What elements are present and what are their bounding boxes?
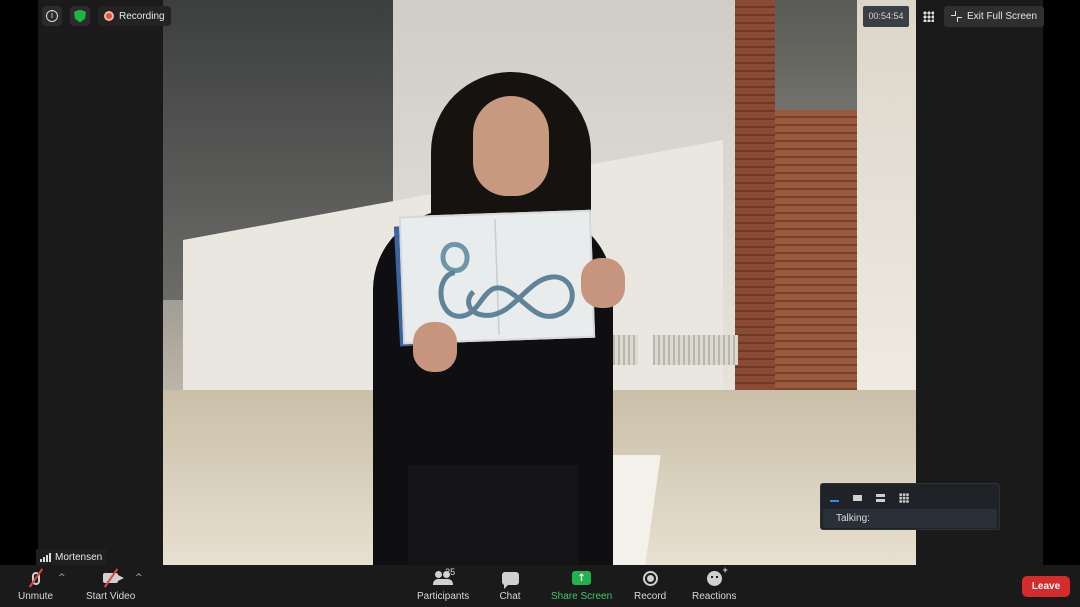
info-icon: i [46,10,58,22]
active-speaker-video [163,0,916,565]
audio-options-chevron-icon[interactable]: ^ [58,573,66,583]
gallery-view-tab[interactable] [897,491,910,504]
chat-label: Chat [499,591,521,602]
chat-button[interactable]: Chat [499,569,521,602]
participants-button[interactable]: 25 Participants [417,567,470,602]
reactions-icon [703,565,728,587]
participants-count: 25 [445,567,456,577]
grid-icon [922,11,934,22]
record-icon [639,569,661,587]
speaker-view-icon [853,494,862,501]
talking-panel: Talking: [820,483,1000,530]
participants-label: Participants [417,591,470,602]
talking-label: Talking: [836,513,870,524]
person-hand-left [413,322,457,372]
share-screen-icon: ↑ [571,569,593,587]
view-layout-button[interactable] [917,6,939,27]
minimize-icon [830,499,839,502]
reactions-label: Reactions [692,591,737,602]
signal-icon [40,552,51,562]
gallery-view-icon [898,492,909,503]
meeting-toolbar: Unmute ^ Start Video ^ 25 Participants C… [0,565,1080,607]
exit-fullscreen-icon [951,11,962,22]
meeting-timer: 00:54:54 [863,6,909,27]
video-bg-brick-column [735,0,775,420]
record-button[interactable]: Record [634,569,666,602]
video-bg-right-wall [857,0,916,420]
leave-button[interactable]: Leave [1022,576,1070,597]
meeting-stage [0,0,1080,565]
video-options-chevron-icon[interactable]: ^ [135,573,143,583]
meeting-info-bar: i Recording [42,6,171,26]
mic-muted-icon [25,568,47,588]
encryption-button[interactable] [70,6,90,26]
meeting-info-button[interactable]: i [42,6,62,26]
unmute-label: Unmute [18,591,54,602]
recording-label: Recording [119,10,165,22]
video-off-icon [100,568,125,588]
participant-name-tag: Mortensen [36,549,107,565]
recording-indicator[interactable]: Recording [98,6,171,26]
video-bg-brick-pillar [775,110,857,420]
participants-icon-wrap: 25 [423,567,463,587]
unmute-button[interactable]: Unmute [18,568,54,602]
view-tabs [821,484,999,506]
start-video-button[interactable]: Start Video [86,568,136,602]
speaker-view-tab[interactable] [851,491,864,504]
person-legs [408,465,578,565]
share-screen-label: Share Screen [551,591,613,602]
reactions-button[interactable]: Reactions [692,565,737,603]
video-bg-vent [653,335,738,365]
start-video-label: Start Video [86,591,136,602]
participant-name: Mortensen [55,551,103,563]
share-screen-button[interactable]: ↑ Share Screen [551,569,612,602]
chat-icon [499,569,521,589]
exit-fullscreen-label: Exit Full Screen [967,11,1038,22]
strip-view-tab[interactable] [874,491,887,504]
talking-indicator: Talking: [823,509,997,528]
exit-fullscreen-button[interactable]: Exit Full Screen [944,6,1045,27]
record-label: Record [634,591,667,602]
person-face [473,96,549,196]
left-letterbox [38,0,163,565]
recording-icon [104,11,114,21]
right-letterbox [916,0,1043,565]
strip-view-icon [876,493,885,502]
person-hand-right [581,258,625,308]
shield-icon [74,9,86,23]
minimize-view-tab[interactable] [828,491,841,504]
